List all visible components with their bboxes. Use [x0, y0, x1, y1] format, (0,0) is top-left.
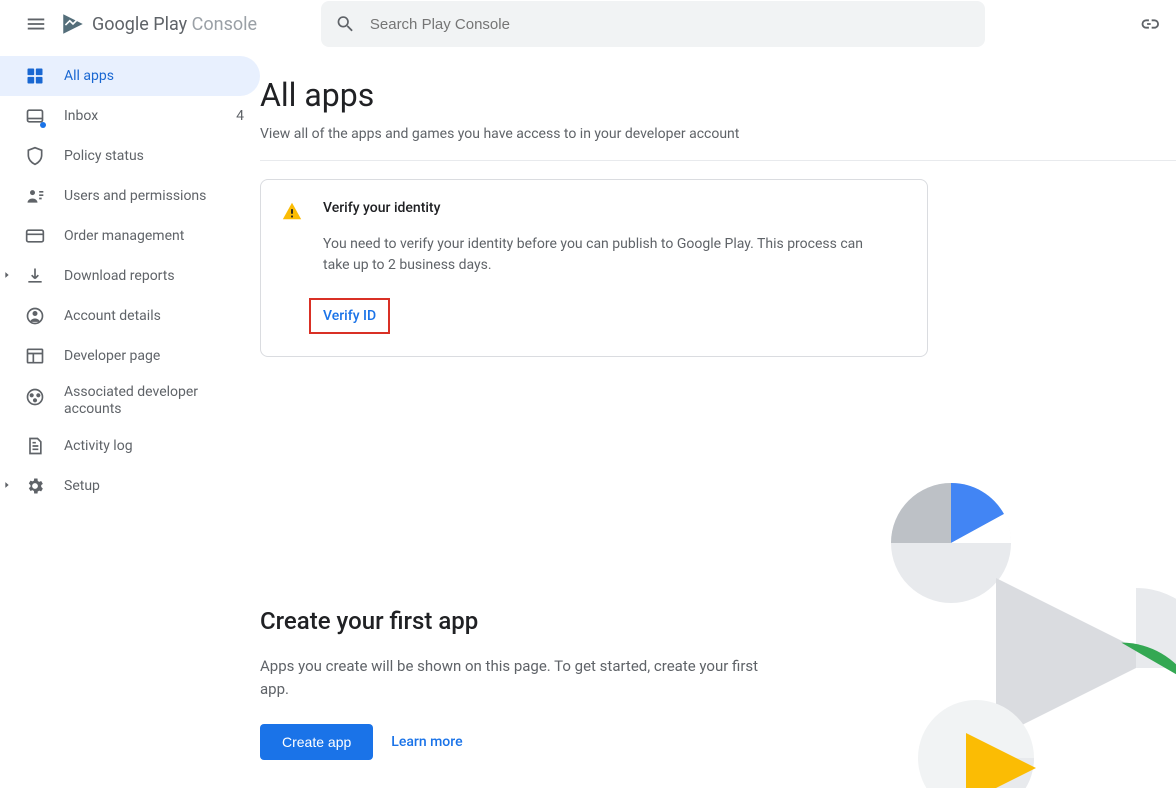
sidebar-item-label: Activity log [64, 438, 244, 455]
page-layout-icon [24, 345, 46, 367]
sidebar-item-download-reports[interactable]: Download reports [0, 256, 260, 296]
verify-identity-alert: Verify your identity You need to verify … [260, 179, 928, 357]
chevron-right-icon [2, 268, 14, 284]
header: Google Play Console [0, 0, 1176, 48]
credit-card-icon [24, 225, 46, 247]
alert-title: Verify your identity [323, 200, 907, 216]
create-app-button[interactable]: Create app [260, 724, 373, 760]
inbox-unread-dot-icon [40, 122, 46, 128]
create-first-app-text: Apps you create will be shown on this pa… [260, 655, 780, 700]
account-icon [24, 305, 46, 327]
shield-icon [24, 145, 46, 167]
sidebar-item-developer-page[interactable]: Developer page [0, 336, 260, 376]
sidebar-item-label: All apps [64, 68, 244, 85]
search-bar[interactable] [321, 1, 985, 47]
learn-more-link[interactable]: Learn more [391, 734, 462, 750]
brand-text: Google Play Console [92, 14, 257, 35]
associated-icon [24, 386, 46, 408]
inbox-count: 4 [236, 108, 244, 124]
sidebar-item-inbox[interactable]: Inbox 4 [0, 96, 260, 136]
sidebar-item-label: Developer page [64, 348, 244, 365]
header-link-button[interactable] [1138, 13, 1164, 35]
sidebar-item-all-apps[interactable]: All apps [0, 56, 260, 96]
menu-icon [25, 13, 47, 35]
sidebar-item-setup[interactable]: Setup [0, 466, 260, 506]
sidebar-item-policy-status[interactable]: Policy status [0, 136, 260, 176]
sidebar-item-activity-log[interactable]: Activity log [0, 426, 260, 466]
page-subtitle: View all of the apps and games you have … [260, 126, 1176, 161]
create-first-app-section: Create your first app Apps you create wi… [260, 607, 780, 760]
alert-text: You need to verify your identity before … [323, 234, 883, 276]
chevron-right-icon [2, 478, 14, 494]
users-icon [24, 185, 46, 207]
gear-icon [24, 475, 46, 497]
sidebar-item-label: Associated developer accounts [64, 384, 244, 418]
search-input[interactable] [370, 16, 971, 33]
verify-id-button[interactable]: Verify ID [309, 298, 390, 334]
play-console-logo-icon [60, 11, 86, 37]
page-title: All apps [260, 76, 1176, 114]
menu-button[interactable] [12, 0, 60, 48]
search-icon [335, 13, 356, 35]
sidebar-item-account-details[interactable]: Account details [0, 296, 260, 336]
link-icon [1138, 13, 1160, 35]
brand[interactable]: Google Play Console [60, 11, 257, 37]
main-content: All apps View all of the apps and games … [260, 48, 1176, 758]
sidebar-item-label: Users and permissions [64, 188, 244, 205]
sidebar-item-order-management[interactable]: Order management [0, 216, 260, 256]
sidebar-item-associated-accounts[interactable]: Associated developer accounts [0, 376, 260, 426]
create-first-app-title: Create your first app [260, 607, 780, 635]
document-icon [24, 435, 46, 457]
warning-icon [281, 200, 305, 224]
sidebar-item-label: Policy status [64, 148, 244, 165]
sidebar-item-label: Setup [64, 478, 244, 495]
sidebar: All apps Inbox 4 Policy status Users and… [0, 48, 260, 758]
sidebar-item-label: Order management [64, 228, 244, 245]
apps-grid-icon [24, 65, 46, 87]
sidebar-item-label: Account details [64, 308, 244, 325]
sidebar-item-users-permissions[interactable]: Users and permissions [0, 176, 260, 216]
sidebar-item-label: Inbox [64, 108, 218, 125]
download-icon [24, 265, 46, 287]
sidebar-item-label: Download reports [64, 268, 244, 285]
